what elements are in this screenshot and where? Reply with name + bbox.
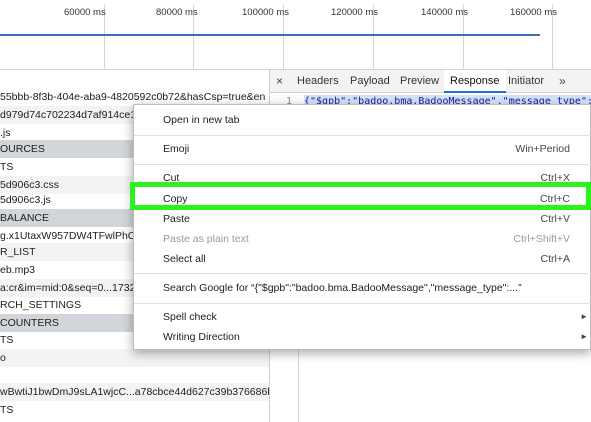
menu-item-spell-check[interactable]: Spell check ► (134, 307, 591, 327)
close-icon[interactable]: × (276, 70, 283, 93)
tab-initiator[interactable]: Initiator (508, 70, 544, 93)
timeline-tick-label: 80000 ms (156, 7, 198, 18)
timeline-tick-label: 60000 ms (64, 7, 106, 18)
submenu-arrow-icon: ► (580, 312, 588, 321)
network-timeline-overview[interactable]: 60000 ms 80000 ms 100000 ms 120000 ms 14… (0, 0, 591, 70)
devtools-network-panel: 60000 ms 80000 ms 100000 ms 120000 ms 14… (0, 0, 591, 422)
menu-item-label: Paste (163, 213, 190, 225)
menu-item-shortcut: Win+Period (515, 143, 570, 155)
request-row[interactable]: wBwtiJ1bwDmJ9sLA1wjcC...a78cbce44d627c39… (0, 383, 269, 401)
menu-item-label: Select all (163, 253, 206, 265)
menu-item-shortcut: Ctrl+Shift+V (513, 233, 570, 245)
copy-highlight-annotation (130, 182, 591, 210)
request-row[interactable]: o (0, 349, 269, 367)
menu-item-label: Writing Direction (163, 331, 240, 343)
menu-item-label: Search Google for “{"$gpb":"badoo.bma.Ba… (163, 282, 522, 294)
context-menu: Open in new tab Emoji Win+Period Cut Ctr… (133, 104, 591, 350)
tab-preview[interactable]: Preview (400, 70, 439, 93)
menu-separator (134, 135, 591, 136)
menu-item-select-all[interactable]: Select all Ctrl+A (134, 249, 591, 269)
tab-headers[interactable]: Headers (297, 70, 339, 93)
menu-item-label: Open in new tab (163, 114, 240, 126)
tab-payload[interactable]: Payload (350, 70, 390, 93)
menu-item-label: Spell check (163, 311, 217, 323)
timeline-tick-label: 160000 ms (510, 7, 558, 18)
timeline-tick-label: 120000 ms (331, 7, 379, 18)
menu-separator (134, 164, 591, 165)
submenu-arrow-icon: ► (580, 332, 588, 341)
timeline-activity-line (0, 34, 540, 36)
menu-item-search-google[interactable]: Search Google for “{"$gpb":"badoo.bma.Ba… (134, 278, 591, 298)
timeline-tick-label: 140000 ms (421, 7, 469, 18)
request-row[interactable] (0, 366, 269, 384)
menu-separator (134, 303, 591, 304)
menu-item-shortcut: Ctrl+V (540, 213, 570, 225)
menu-separator (134, 273, 591, 274)
menu-item-label: Paste as plain text (163, 233, 249, 245)
more-tabs-chevron-icon[interactable]: » (559, 70, 566, 93)
timeline-tick-label: 100000 ms (242, 7, 290, 18)
menu-item-paste-plain-text: Paste as plain text Ctrl+Shift+V (134, 229, 591, 249)
menu-item-label: Emoji (163, 143, 190, 155)
details-tab-bar: × Headers Payload Preview Response Initi… (270, 70, 591, 93)
menu-item-shortcut: Ctrl+A (540, 253, 570, 265)
menu-item-open-in-new-tab[interactable]: Open in new tab (134, 110, 591, 130)
menu-item-writing-direction[interactable]: Writing Direction ► (134, 327, 591, 347)
request-row[interactable]: TS (0, 401, 269, 419)
tab-response[interactable]: Response (444, 70, 506, 93)
menu-item-emoji[interactable]: Emoji Win+Period (134, 139, 591, 159)
menu-item-paste[interactable]: Paste Ctrl+V (134, 209, 591, 229)
